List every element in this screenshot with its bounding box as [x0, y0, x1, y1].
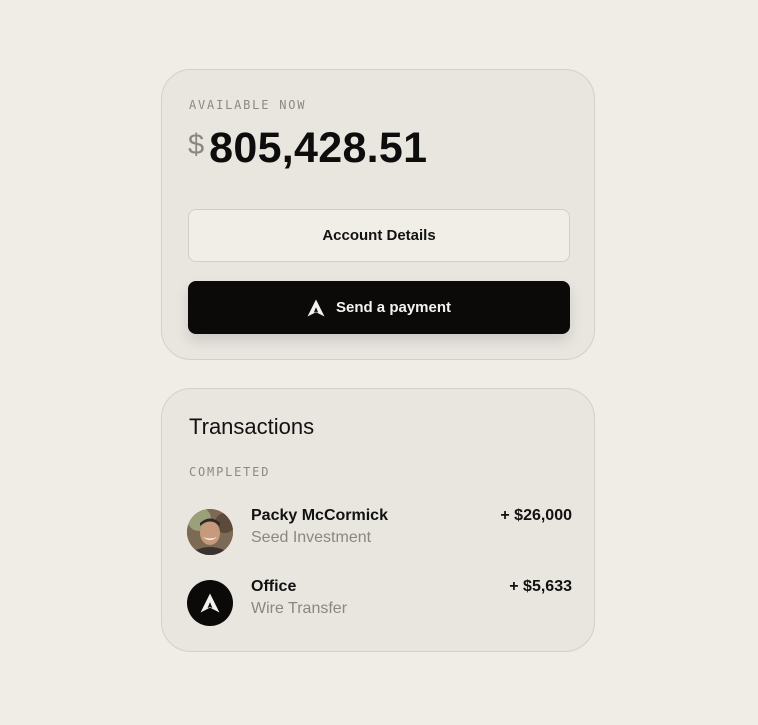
transaction-name: Office [251, 578, 297, 595]
transactions-title: Transactions [189, 414, 315, 439]
transaction-row[interactable]: Packy McCormick Seed Investment + $26,00… [187, 507, 572, 578]
currency-symbol: $ [188, 129, 205, 161]
balance-display: $ 805,428.51 [188, 124, 427, 172]
avatar [187, 509, 233, 555]
available-now-label: AVAILABLE NOW [189, 98, 307, 112]
transaction-list: Packy McCormick Seed Investment + $26,00… [187, 507, 572, 649]
transactions-card: Transactions COMPLETED Packy McCormick S… [161, 388, 595, 652]
account-details-button[interactable]: Account Details [188, 209, 570, 262]
arrow-a-logo-icon [307, 299, 325, 317]
send-payment-label: Send a payment [335, 299, 452, 316]
balance-amount: 805,428.51 [209, 124, 428, 172]
balance-card: AVAILABLE NOW $ 805,428.51 Account Detai… [161, 69, 595, 360]
transaction-row[interactable]: Office Wire Transfer + $5,633 [187, 578, 572, 649]
account-details-label: Account Details [322, 227, 436, 244]
transaction-amount: + $26,000 [500, 507, 572, 524]
page: AVAILABLE NOW $ 805,428.51 Account Detai… [0, 0, 758, 725]
transaction-subtitle: Seed Investment [251, 529, 372, 546]
completed-section-label: COMPLETED [189, 465, 271, 479]
transaction-name: Packy McCormick [251, 507, 388, 524]
send-payment-button[interactable]: Send a payment [188, 281, 570, 334]
transaction-subtitle: Wire Transfer [251, 600, 348, 617]
transaction-amount: + $5,633 [509, 578, 572, 595]
arrow-a-logo-icon [187, 580, 233, 626]
